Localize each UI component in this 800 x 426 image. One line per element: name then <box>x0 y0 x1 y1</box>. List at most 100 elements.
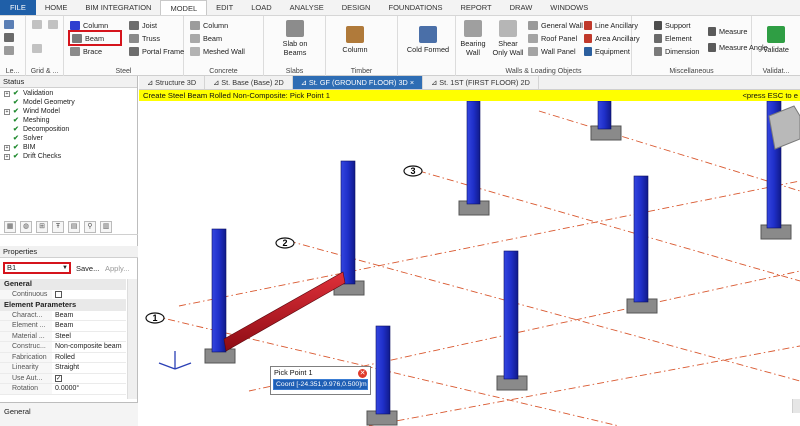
line-ancillary-button[interactable]: Line Ancillary <box>584 19 638 31</box>
column[interactable] <box>211 228 227 353</box>
check-icon: ✔ <box>13 126 19 133</box>
model-canvas[interactable]: 1 2 3 <box>139 101 800 426</box>
expand-icon[interactable]: + <box>4 108 10 115</box>
expand-icon[interactable]: + <box>4 90 10 97</box>
level-icon[interactable] <box>4 46 14 55</box>
pick-point-dialog: Pick Point 1 ✕ Coord [-24.351,9.976,0.50… <box>270 366 371 395</box>
apply-button[interactable]: Apply... <box>105 264 129 273</box>
group-grid: Grid & ... <box>26 16 64 76</box>
tab-home[interactable]: HOME <box>36 0 77 15</box>
status-item-meshing[interactable]: ✔ Meshing <box>0 116 137 125</box>
viewport-scroll-handle[interactable] <box>792 399 800 413</box>
status-item-decomposition[interactable]: ✔ Decomposition <box>0 125 137 134</box>
tab-draw[interactable]: DRAW <box>501 0 542 15</box>
status-item-bim[interactable]: + ✔ BIM <box>0 143 137 152</box>
tab-windows[interactable]: WINDOWS <box>541 0 597 15</box>
truss-button[interactable]: Truss <box>129 32 160 44</box>
tab-analyse[interactable]: ANALYSE <box>281 0 333 15</box>
coordinate-input[interactable]: Coord [-24.351,9.976,0.500]m <box>273 379 368 390</box>
support-button[interactable]: Support <box>654 19 691 31</box>
column[interactable] <box>340 160 356 285</box>
column[interactable] <box>466 101 481 205</box>
timber-column-button[interactable]: Column <box>338 26 372 54</box>
equipment-button[interactable]: Equipment <box>584 45 630 57</box>
group-left-label: Le... <box>5 68 20 75</box>
element-button[interactable]: Element <box>654 32 692 44</box>
steel-column-button[interactable]: Column <box>70 19 108 31</box>
grid-icon[interactable]: ▦ <box>4 220 16 233</box>
chevron-down-icon[interactable]: ▼ <box>62 264 68 272</box>
wall-panel-button[interactable]: Wall Panel <box>528 45 576 57</box>
close-icon[interactable]: × <box>410 78 414 87</box>
column[interactable] <box>503 250 519 380</box>
chart-icon[interactable]: ▥ <box>100 220 112 233</box>
slab-on-beams-button[interactable]: Slab on Beams <box>274 20 316 57</box>
tab-edit[interactable]: EDIT <box>207 0 242 15</box>
tab-st-gf-3d[interactable]: ⊿ St. GF (GROUND FLOOR) 3D × <box>292 76 424 89</box>
continuous-checkbox[interactable] <box>55 290 62 298</box>
tab-model[interactable]: MODEL <box>160 0 208 15</box>
column[interactable] <box>375 325 391 415</box>
prop-row: Construc... Non-composite beam <box>0 342 126 353</box>
axis-y <box>174 362 192 370</box>
close-icon[interactable]: ✕ <box>358 369 367 378</box>
layer-icon[interactable] <box>4 33 14 42</box>
shear-only-wall-button[interactable]: Shear Only Wall <box>490 20 526 57</box>
column[interactable] <box>633 175 649 303</box>
properties-footer: General <box>0 402 138 426</box>
area-ancillary-icon <box>584 33 592 43</box>
status-item-solver[interactable]: ✔ Solver <box>0 134 137 143</box>
roof-panel-button[interactable]: Roof Panel <box>528 32 577 44</box>
steel-beam[interactable] <box>223 271 346 352</box>
column[interactable] <box>597 101 612 130</box>
globe-icon[interactable]: ◍ <box>20 220 32 233</box>
tab-load[interactable]: LOAD <box>242 0 280 15</box>
concrete-column-button[interactable]: Column <box>190 19 228 31</box>
tab-structure-3d[interactable]: ⊿ Structure 3D <box>139 76 206 89</box>
general-wall-button[interactable]: General Wall <box>528 19 583 31</box>
group-steel: Column Joist Beam Truss Brace Portal Fra… <box>64 16 184 76</box>
element-type-select[interactable]: B1 ▼ <box>3 262 71 274</box>
steel-beam-button[interactable]: Beam <box>68 30 122 46</box>
prop-row: Charact... Beam <box>0 310 126 321</box>
meshed-wall-button[interactable]: Meshed Wall <box>190 45 245 57</box>
tab-design[interactable]: DESIGN <box>333 0 380 15</box>
properties-panel-title: Properties <box>0 246 138 258</box>
3d-viewport[interactable]: 1 2 3 <box>139 101 800 426</box>
loads-icon[interactable]: ⊞ <box>36 220 48 233</box>
measure-button[interactable]: Measure <box>708 25 747 37</box>
bearing-wall-button[interactable]: Bearing Wall <box>458 20 488 57</box>
status-item-model-geometry[interactable]: ✔ Model Geometry <box>0 98 137 107</box>
portal-frame-button[interactable]: Portal Frame <box>129 45 184 57</box>
validate-button[interactable]: Validate <box>754 26 798 54</box>
cold-formed-button[interactable]: Cold Formed <box>404 26 452 54</box>
properties-scrollbar[interactable] <box>127 279 137 399</box>
grid-line-icon[interactable] <box>32 20 42 29</box>
status-item-drift-checks[interactable]: + ✔ Drift Checks <box>0 152 137 161</box>
status-item-validation[interactable]: + ✔ Validation <box>0 89 137 98</box>
concrete-beam-button[interactable]: Beam <box>190 32 222 44</box>
grid-point-icon[interactable] <box>32 44 42 53</box>
status-item-wind-model[interactable]: + ✔ Wind Model <box>0 107 137 116</box>
section-icon[interactable]: ▤ <box>68 220 80 233</box>
select-icon[interactable] <box>4 20 14 29</box>
brace-button[interactable]: Brace <box>70 45 102 57</box>
group-walls: Bearing Wall Shear Only Wall General Wal… <box>456 16 640 76</box>
joist-button[interactable]: Joist <box>129 19 157 31</box>
dimension-button[interactable]: Dimension <box>654 45 699 57</box>
expand-icon[interactable]: + <box>4 144 10 151</box>
expand-icon[interactable]: + <box>4 153 10 160</box>
tab-st-base-2d[interactable]: ⊿ St. Base (Base) 2D <box>205 76 293 89</box>
tab-bim-integration[interactable]: BIM INTEGRATION <box>76 0 160 15</box>
tab-file[interactable]: FILE <box>0 0 36 15</box>
material-icon[interactable]: ⚲ <box>84 220 96 233</box>
tab-st-1st-2d[interactable]: ⊿ St. 1ST (FIRST FLOOR) 2D <box>423 76 539 89</box>
save-button[interactable]: Save... <box>76 264 99 273</box>
use-auto-checkbox[interactable]: ✓ <box>55 374 62 382</box>
line-ancillary-icon <box>584 20 592 30</box>
grid-arc-icon[interactable] <box>48 20 58 29</box>
beam-props-icon[interactable]: Ŧ <box>52 220 64 233</box>
tab-report[interactable]: REPORT <box>452 0 501 15</box>
beam-icon <box>72 33 82 43</box>
tab-foundations[interactable]: FOUNDATIONS <box>379 0 451 15</box>
